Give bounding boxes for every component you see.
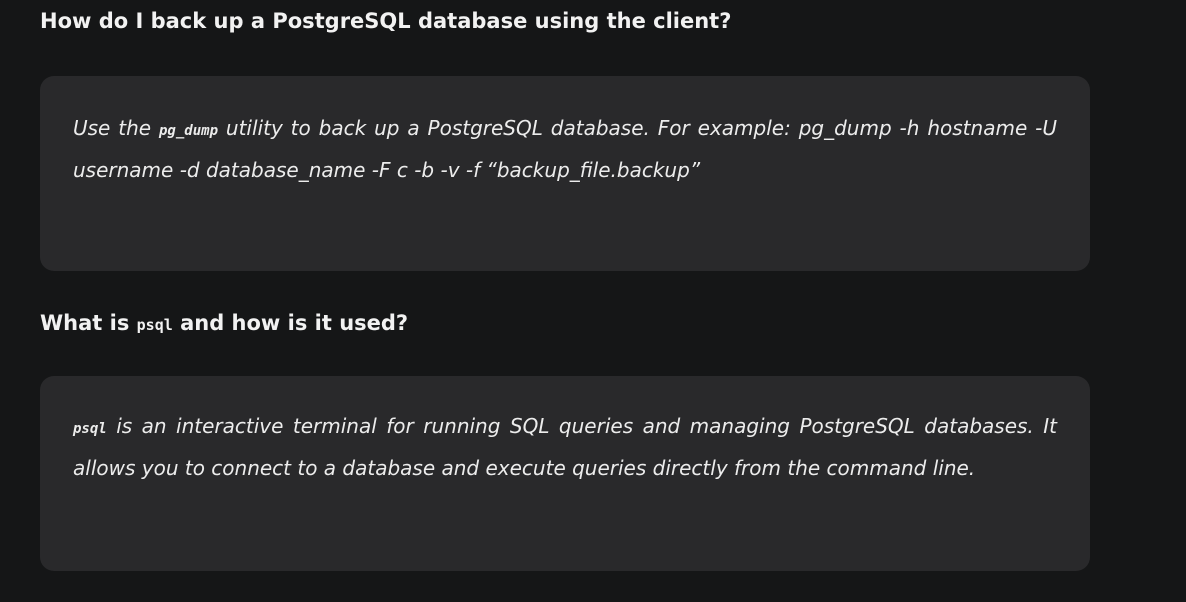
question-text-suffix: and how is it used? [172,311,409,335]
inline-code-psql: psql [73,421,107,437]
faq-question-text: How do I back up a PostgreSQL database u… [40,9,732,33]
faq-answer-text: Use the pg_dump utility to back up a Pos… [73,109,1057,190]
faq-question-backup[interactable]: How do I back up a PostgreSQL database u… [40,7,731,35]
faq-answer-text: psql is an interactive terminal for runn… [73,407,1057,488]
faq-question-psql[interactable]: What is psql and how is it used? [40,309,408,339]
faq-answer-backup: Use the pg_dump utility to back up a Pos… [40,76,1090,271]
answer-text-body: utility to back up a PostgreSQL database… [73,116,1058,182]
question-text-prefix: What is [40,311,137,335]
faq-section: How do I back up a PostgreSQL database u… [0,0,1186,602]
inline-code-pg-dump: pg_dump [159,123,219,139]
faq-answer-psql: psql is an interactive terminal for runn… [40,376,1090,571]
answer-text-body: is an interactive terminal for running S… [73,414,1057,480]
inline-code-psql: psql [136,316,173,334]
answer-text-prefix: Use the [73,116,159,140]
